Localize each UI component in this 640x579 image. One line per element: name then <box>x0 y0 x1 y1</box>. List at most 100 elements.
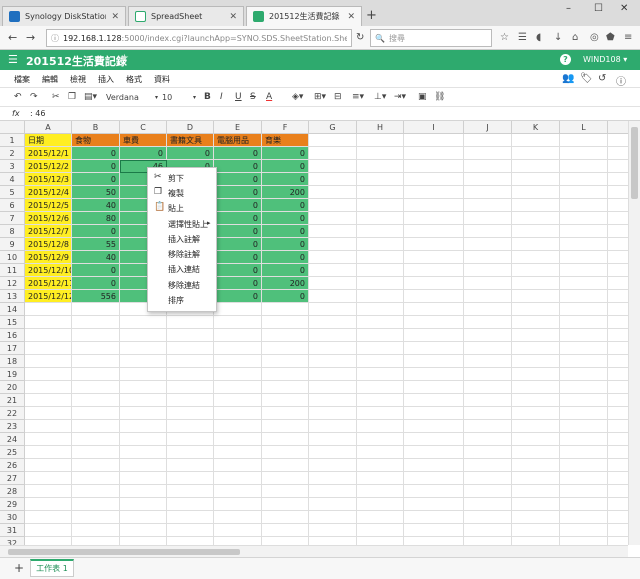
cell[interactable] <box>309 394 357 407</box>
context-menu-item[interactable]: 插入註解 <box>148 233 216 246</box>
cell[interactable] <box>512 316 560 329</box>
cell[interactable] <box>404 537 464 545</box>
cell[interactable] <box>357 186 404 199</box>
date-cell[interactable]: 2015/12/7 <box>25 225 72 238</box>
cell[interactable] <box>560 381 608 394</box>
cell[interactable] <box>262 316 309 329</box>
cell[interactable] <box>214 368 262 381</box>
cell[interactable] <box>309 342 357 355</box>
row-header[interactable]: 11 <box>0 264 25 277</box>
cell[interactable] <box>512 524 560 537</box>
row-header[interactable]: 30 <box>0 511 25 524</box>
cell[interactable] <box>608 446 628 459</box>
cell[interactable] <box>560 173 608 186</box>
cell[interactable] <box>214 446 262 459</box>
date-cell[interactable]: 2015/12/8 <box>25 238 72 251</box>
tag-icon[interactable]: 🏷 <box>580 73 593 84</box>
cell[interactable] <box>262 394 309 407</box>
cell[interactable] <box>404 511 464 524</box>
cell[interactable] <box>214 303 262 316</box>
cell[interactable] <box>608 472 628 485</box>
cell[interactable] <box>357 498 404 511</box>
cell[interactable] <box>560 355 608 368</box>
cell[interactable] <box>608 329 628 342</box>
cell[interactable] <box>404 186 464 199</box>
cell[interactable] <box>357 407 404 420</box>
cell[interactable] <box>560 511 608 524</box>
cell[interactable] <box>608 524 628 537</box>
browser-tab-diskstation[interactable]: Synology DiskStation - ... ✕ <box>2 6 126 26</box>
cell[interactable] <box>25 498 72 511</box>
cell[interactable] <box>404 160 464 173</box>
row-header[interactable]: 4 <box>0 173 25 186</box>
cell[interactable] <box>512 238 560 251</box>
back-icon[interactable]: ← <box>8 31 17 44</box>
cell[interactable] <box>608 147 628 160</box>
column-header-h[interactable]: H <box>357 121 404 134</box>
cell[interactable] <box>120 381 167 394</box>
close-window-icon[interactable]: ✕ <box>620 3 628 14</box>
link-icon[interactable]: ⛓ <box>434 92 445 102</box>
cell[interactable] <box>357 147 404 160</box>
sheet-tab-1[interactable]: 工作表 1 <box>30 559 74 577</box>
cell[interactable] <box>72 485 120 498</box>
value-cell[interactable]: 0 <box>262 199 309 212</box>
formula-input[interactable]: : 46 <box>30 109 45 118</box>
context-menu-item[interactable]: 移除連結 <box>148 279 216 292</box>
cell[interactable] <box>25 420 72 433</box>
cell[interactable] <box>25 355 72 368</box>
cell[interactable] <box>25 472 72 485</box>
value-cell[interactable]: 80 <box>72 212 120 225</box>
cell[interactable] <box>560 394 608 407</box>
cell[interactable] <box>262 446 309 459</box>
cell[interactable] <box>512 472 560 485</box>
home-icon[interactable]: ⌂ <box>572 32 578 43</box>
cell[interactable] <box>560 329 608 342</box>
cell[interactable] <box>404 420 464 433</box>
cell[interactable] <box>404 199 464 212</box>
spreadsheet-grid[interactable]: ABCDEFGHIJKLM1日期食物車費書籍文具電腦用品育樂22015/12/1… <box>0 121 628 545</box>
column-header-f[interactable]: F <box>262 121 309 134</box>
cell[interactable] <box>72 329 120 342</box>
cell[interactable] <box>560 290 608 303</box>
forward-icon[interactable]: → <box>26 31 35 44</box>
cell[interactable] <box>404 225 464 238</box>
value-cell[interactable]: 0 <box>214 238 262 251</box>
header-cell[interactable]: 車費 <box>120 134 167 147</box>
cell[interactable] <box>72 537 120 545</box>
cell[interactable] <box>25 524 72 537</box>
cell[interactable] <box>512 355 560 368</box>
value-cell[interactable]: 0 <box>262 264 309 277</box>
cell[interactable] <box>262 459 309 472</box>
value-cell[interactable]: 0 <box>214 186 262 199</box>
date-cell[interactable]: 2015/12/10 <box>25 264 72 277</box>
cell[interactable] <box>464 537 512 545</box>
cell[interactable] <box>262 407 309 420</box>
cell[interactable] <box>262 368 309 381</box>
cell[interactable] <box>357 173 404 186</box>
row-header[interactable]: 21 <box>0 394 25 407</box>
value-cell[interactable]: 0 <box>72 147 120 160</box>
cell[interactable] <box>464 394 512 407</box>
cell[interactable] <box>309 329 357 342</box>
cell[interactable] <box>560 524 608 537</box>
cell[interactable] <box>608 342 628 355</box>
cell[interactable] <box>167 381 214 394</box>
cell[interactable] <box>72 316 120 329</box>
column-header-m[interactable]: M <box>608 121 628 134</box>
cell[interactable] <box>262 485 309 498</box>
value-cell[interactable]: 0 <box>262 212 309 225</box>
cell[interactable] <box>357 225 404 238</box>
cell[interactable] <box>560 251 608 264</box>
search-field[interactable]: 🔍 搜尋 <box>370 29 492 47</box>
value-cell[interactable]: 0 <box>214 199 262 212</box>
value-cell[interactable]: 0 <box>214 160 262 173</box>
cell[interactable] <box>309 303 357 316</box>
cell[interactable] <box>512 368 560 381</box>
cell[interactable] <box>404 498 464 511</box>
close-tab-icon[interactable]: ✕ <box>111 12 119 22</box>
cell[interactable] <box>72 459 120 472</box>
row-header[interactable]: 15 <box>0 316 25 329</box>
cell[interactable] <box>262 342 309 355</box>
value-cell[interactable]: 0 <box>72 277 120 290</box>
